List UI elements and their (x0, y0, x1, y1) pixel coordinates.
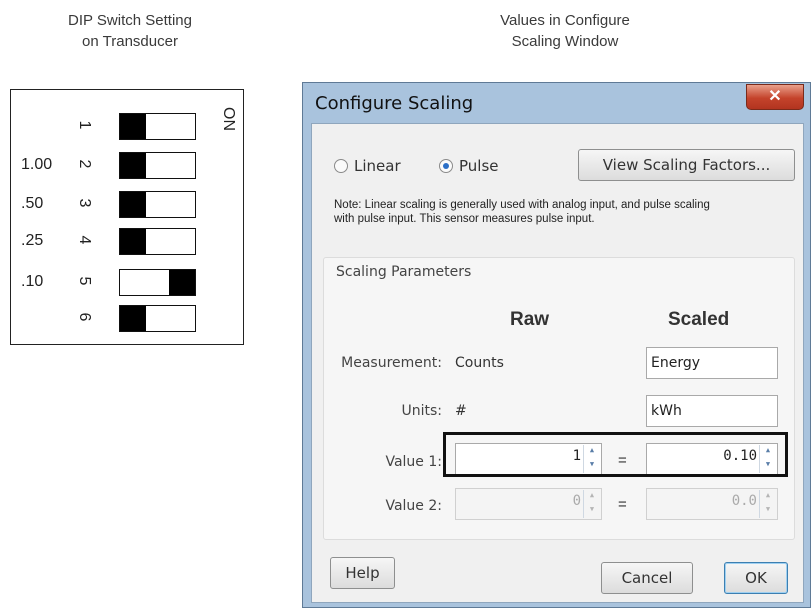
dialog-caption-line2: Scaling Window (511, 33, 619, 50)
dip-row-5: .10 5 (11, 268, 245, 298)
dialog-body: Linear Pulse View Scaling Factors... Not… (311, 123, 804, 603)
close-x-icon: ✕ (768, 88, 782, 105)
scaling-note: Note: Linear scaling is generally used w… (334, 199, 710, 225)
spinner-arrows: ▲ ▼ (759, 490, 776, 518)
units-label: Units: (401, 403, 442, 419)
radio-linear-dot[interactable] (334, 159, 348, 173)
dip-row-6: 6 (11, 304, 245, 334)
value1-highlight-box (443, 432, 788, 477)
value1-label: Value 1: (385, 454, 442, 470)
spin-up-icon: ▲ (589, 491, 595, 499)
radio-pulse-label: Pulse (459, 157, 499, 175)
dip-knob (120, 114, 146, 139)
dip-switch[interactable] (119, 191, 196, 218)
cancel-button[interactable]: Cancel (601, 562, 693, 594)
dip-knob (120, 153, 146, 178)
dip-number: 6 (76, 312, 93, 322)
dip-row-2: 1.00 2 (11, 151, 245, 181)
dip-row-4: .25 4 (11, 227, 245, 257)
radio-pulse-dot[interactable] (439, 159, 453, 173)
dialog-titlebar[interactable]: Configure Scaling ✕ (303, 83, 810, 123)
spin-down-icon: ▼ (765, 505, 771, 513)
ok-button[interactable]: OK (724, 562, 788, 594)
units-raw: # (455, 403, 467, 419)
dip-caption-line1: DIP Switch Setting (68, 12, 192, 29)
radio-linear-label: Linear (354, 157, 401, 175)
spin-up-icon: ▲ (765, 491, 771, 499)
radio-pulse[interactable]: Pulse (439, 157, 499, 175)
dip-weight: .10 (21, 273, 44, 290)
dip-caption-line2: on Transducer (82, 33, 178, 50)
spinner-arrows: ▲ ▼ (583, 490, 600, 518)
dip-row-3: .50 3 (11, 190, 245, 220)
dip-knob (120, 229, 146, 254)
units-scaled-field[interactable]: kWh (646, 395, 778, 427)
dialog-caption-line1: Values in Configure (500, 12, 630, 29)
measurement-label: Measurement: (341, 355, 442, 371)
measurement-raw: Counts (455, 355, 504, 371)
equals-sign: = (618, 496, 627, 513)
view-scaling-factors-button[interactable]: View Scaling Factors... (578, 149, 795, 181)
dip-switch[interactable] (119, 269, 196, 296)
scaled-column-header: Scaled (668, 309, 730, 330)
value2-scaled-value: 0.0 (731, 493, 757, 509)
spin-down-icon: ▼ (589, 505, 595, 513)
dip-row-1: 1 (11, 112, 245, 142)
dip-knob (169, 270, 195, 295)
dip-number: 4 (76, 235, 93, 245)
dip-switch[interactable] (119, 152, 196, 179)
value2-scaled-spinner: 0.0 ▲ ▼ (646, 488, 778, 520)
dip-knob (120, 192, 146, 217)
group-label: Scaling Parameters (336, 264, 472, 280)
configure-scaling-dialog: Configure Scaling ✕ Linear Pulse View Sc… (302, 82, 811, 608)
measurement-scaled-field[interactable]: Energy (646, 347, 778, 379)
dialog-caption: Values in Configure Scaling Window (420, 10, 710, 52)
value2-label: Value 2: (385, 498, 442, 514)
dip-switch[interactable] (119, 113, 196, 140)
dip-weight: .50 (21, 195, 44, 212)
dip-number: 5 (76, 276, 93, 286)
dip-number: 1 (76, 120, 93, 130)
value2-raw-spinner: 0 ▲ ▼ (455, 488, 602, 520)
close-button[interactable]: ✕ (746, 84, 804, 110)
dialog-title: Configure Scaling (315, 93, 474, 114)
dip-knob (120, 306, 146, 331)
dip-weight: 1.00 (21, 156, 53, 173)
raw-column-header: Raw (510, 309, 550, 330)
dip-switch[interactable] (119, 305, 196, 332)
dip-number: 3 (76, 198, 93, 208)
dip-number: 2 (76, 159, 93, 169)
dip-switch[interactable] (119, 228, 196, 255)
value2-raw-value: 0 (572, 493, 581, 509)
help-button[interactable]: Help (330, 557, 395, 589)
radio-linear[interactable]: Linear (334, 157, 401, 175)
dip-caption: DIP Switch Setting on Transducer (5, 10, 255, 52)
dip-switch-panel: ON 1 1.00 2 .50 3 .25 4 .10 5 6 (10, 89, 244, 345)
dip-weight: .25 (21, 232, 44, 249)
